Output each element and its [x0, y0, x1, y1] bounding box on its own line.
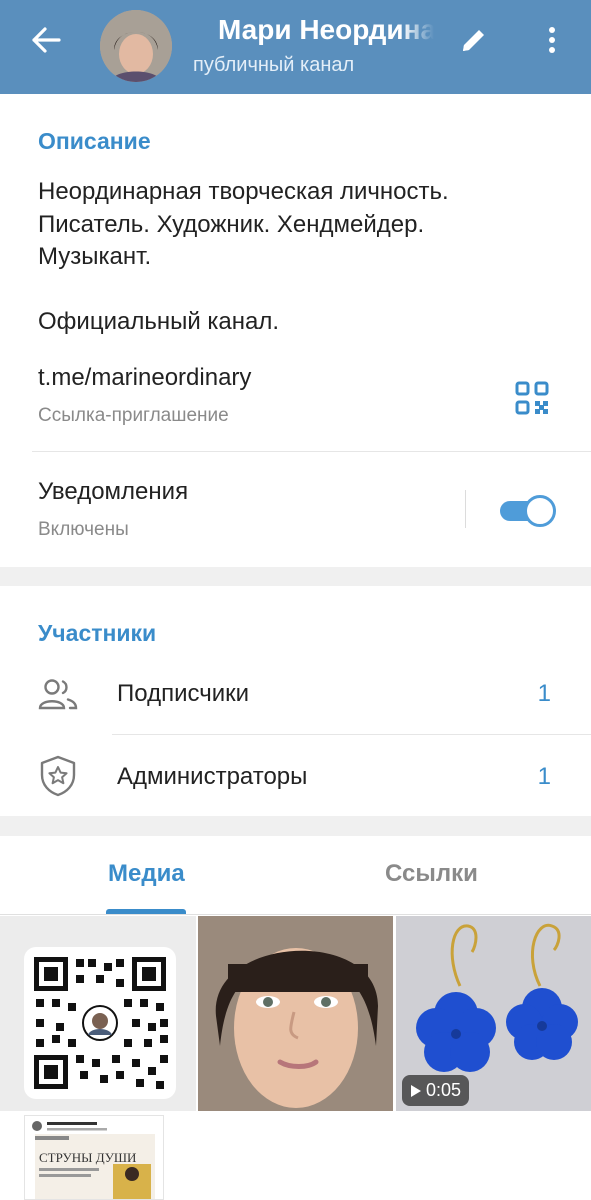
post-screenshot: СТРУНЫ ДУШИ	[25, 1116, 163, 1199]
video-duration: 0:05	[426, 1080, 462, 1100]
section-gap	[0, 567, 591, 586]
tab-links[interactable]: Ссылки	[385, 860, 478, 888]
more-menu-button[interactable]	[534, 20, 570, 60]
divider	[32, 451, 591, 452]
more-vertical-icon	[549, 27, 555, 53]
subscribers-label: Подписчики	[117, 680, 250, 707]
avatar-photo	[100, 10, 172, 82]
media-item-photo[interactable]	[198, 916, 393, 1111]
portrait-photo	[198, 916, 393, 1111]
back-button[interactable]	[24, 22, 68, 58]
channel-type: публичный канал	[193, 54, 355, 76]
play-icon	[411, 1084, 421, 1097]
arrow-left-icon	[32, 27, 61, 53]
post-thumb-text: СТРУНЫ ДУШИ	[39, 1150, 136, 1165]
users-icon	[36, 672, 80, 716]
description-line: Официальный канал.	[38, 307, 280, 335]
tab-media[interactable]: Медиа	[108, 860, 185, 888]
description-section-title: Описание	[38, 128, 151, 154]
description-line: Неординарная творческая личность.	[38, 178, 449, 205]
invite-link-caption: Ссылка-приглашение	[38, 405, 229, 426]
section-gap	[0, 816, 591, 836]
channel-description: Неординарная творческая личность. Писате…	[38, 176, 558, 338]
administrators-label: Администраторы	[117, 763, 308, 790]
members-section-title: Участники	[38, 620, 157, 646]
channel-title: Мари Неордина	[218, 14, 434, 45]
administrators-count: 1	[537, 763, 551, 790]
channel-avatar[interactable]	[100, 10, 172, 82]
tab-divider	[0, 914, 591, 915]
notifications-toggle[interactable]	[500, 495, 556, 527]
qr-code-image	[24, 947, 176, 1099]
divider	[112, 734, 591, 735]
shield-star-icon	[36, 754, 80, 798]
app-header: Мари Неордина публичный канал	[0, 0, 591, 94]
media-item-post[interactable]: СТРУНЫ ДУШИ	[24, 1115, 164, 1200]
qr-code-icon	[515, 381, 549, 415]
video-duration-badge: 0:05	[402, 1075, 470, 1106]
pencil-icon	[463, 30, 484, 51]
description-line: Писатель. Художник. Хендмейдер.	[38, 210, 425, 238]
administrators-row[interactable]: Администраторы 1	[0, 736, 591, 816]
invite-link[interactable]: t.me/marineordinary	[38, 364, 251, 392]
notifications-label[interactable]: Уведомления	[38, 478, 188, 506]
media-item-qr[interactable]	[0, 916, 196, 1111]
description-line: Музыкант.	[38, 243, 152, 270]
qr-code-button[interactable]	[510, 376, 554, 420]
subscribers-row[interactable]: Подписчики 1	[0, 654, 591, 734]
subscribers-count: 1	[537, 680, 551, 707]
notifications-status: Включены	[38, 519, 129, 540]
vertical-separator	[465, 490, 466, 528]
edit-button[interactable]	[454, 20, 494, 60]
